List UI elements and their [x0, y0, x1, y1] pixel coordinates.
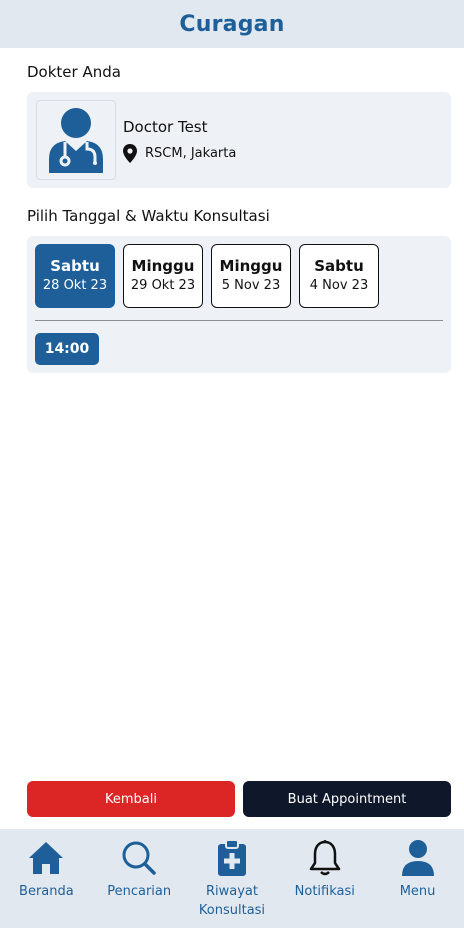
date-value: 5 Nov 23 [221, 278, 281, 293]
bottom-nav: Beranda Pencarian Riwayat Konsultasi Not… [0, 829, 464, 928]
doctor-section-label: Dokter Anda [27, 63, 121, 81]
doctor-card: Doctor Test RSCM, Jakarta [27, 92, 451, 188]
date-day: Sabtu [314, 257, 364, 275]
date-option-3[interactable]: Minggu 5 Nov 23 [211, 244, 291, 308]
doctor-avatar [36, 100, 116, 180]
date-option-2[interactable]: Minggu 29 Okt 23 [123, 244, 203, 308]
doctor-name: Doctor Test [123, 118, 208, 136]
nav-label-notifikasi: Notifikasi [294, 884, 355, 899]
nav-label-riwayat-konsultasi: Riwayat Konsultasi [198, 884, 266, 918]
clipboard-medical-icon [217, 839, 246, 876]
app-title: Curagan [179, 11, 285, 37]
time-slot-1400[interactable]: 14:00 [35, 333, 99, 365]
create-appointment-button[interactable]: Buat Appointment [243, 781, 451, 817]
date-day: Minggu [219, 257, 283, 275]
date-value: 29 Okt 23 [130, 278, 196, 293]
back-button[interactable]: Kembali [27, 781, 235, 817]
nav-item-beranda[interactable]: Beranda [0, 829, 92, 928]
date-day: Sabtu [50, 257, 100, 275]
nav-label-pencarian: Pencarian [107, 884, 172, 899]
location-pin-icon [123, 144, 137, 163]
nav-label-menu: Menu [399, 884, 436, 899]
date-day: Minggu [131, 257, 195, 275]
date-value: 4 Nov 23 [309, 278, 369, 293]
app-header: Curagan [0, 0, 464, 48]
doctor-location-text: RSCM, Jakarta [145, 146, 237, 161]
nav-item-menu[interactable]: Menu [372, 829, 464, 928]
nav-item-pencarian[interactable]: Pencarian [93, 829, 185, 928]
date-option-4[interactable]: Sabtu 4 Nov 23 [299, 244, 379, 308]
bell-icon [309, 840, 341, 876]
schedule-divider [35, 320, 443, 321]
search-icon [122, 841, 156, 875]
user-icon [401, 840, 434, 876]
doctor-location: RSCM, Jakarta [123, 144, 236, 163]
doctor-icon [49, 108, 103, 173]
date-options: Sabtu 28 Okt 23 Minggu 29 Okt 23 Minggu … [35, 244, 379, 308]
home-icon [29, 842, 64, 874]
date-value: 28 Okt 23 [42, 278, 108, 293]
nav-item-riwayat-konsultasi[interactable]: Riwayat Konsultasi [186, 829, 278, 928]
nav-label-beranda: Beranda [19, 884, 74, 899]
schedule-section-label: Pilih Tanggal & Waktu Konsultasi [27, 207, 270, 225]
schedule-card: Sabtu 28 Okt 23 Minggu 29 Okt 23 Minggu … [27, 236, 451, 373]
date-option-1[interactable]: Sabtu 28 Okt 23 [35, 244, 115, 308]
nav-item-notifikasi[interactable]: Notifikasi [279, 829, 371, 928]
